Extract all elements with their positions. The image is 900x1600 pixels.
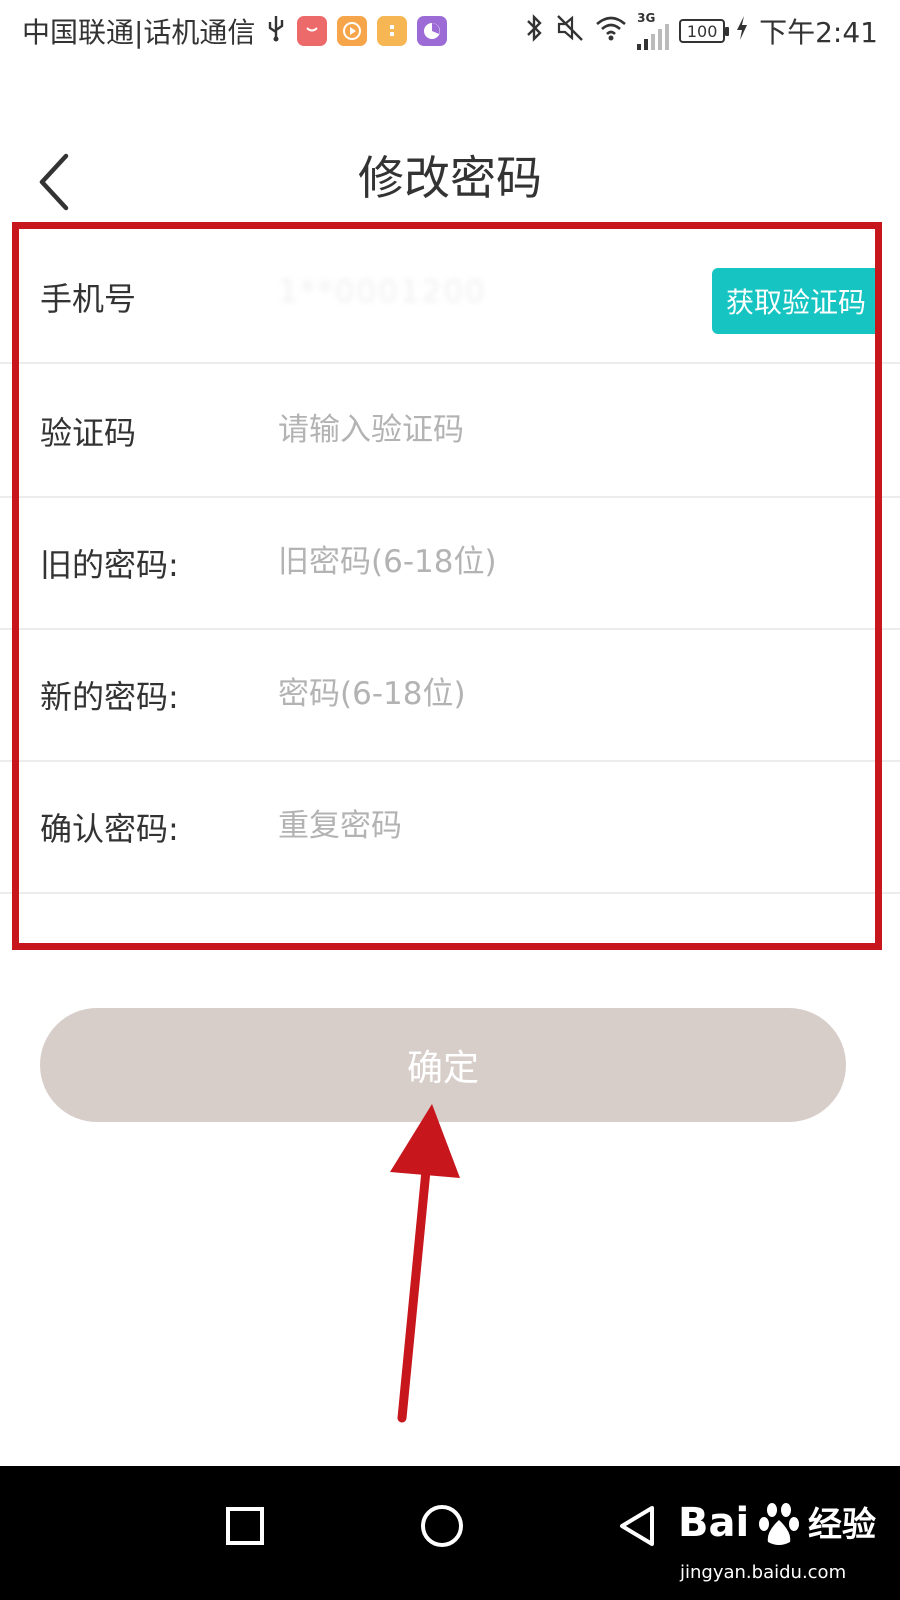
phone-label: 手机号 (40, 280, 137, 318)
charging-icon (735, 15, 749, 48)
circle-icon (421, 1505, 463, 1547)
confirm-password-row: 确认密码: (0, 760, 900, 894)
confirm-button[interactable]: 确定 (40, 1008, 846, 1122)
confirm-password-label: 确认密码: (40, 810, 179, 848)
clock: 下午2:41 (759, 16, 878, 49)
svg-text:经验: 经验 (808, 1505, 876, 1545)
huawei-store-icon (297, 16, 328, 46)
new-password-row: 新的密码: (0, 628, 900, 762)
signal-icon (637, 24, 670, 50)
carrier-label: 中国联通|话机通信 (22, 16, 256, 49)
purple-app-icon (417, 16, 448, 46)
battery-icon: 100 (679, 19, 730, 43)
watermark-url: jingyan.baidu.com (680, 1562, 847, 1583)
svg-text:Bai: Bai (678, 1500, 749, 1546)
battery-level: 100 (686, 21, 718, 41)
status-left: 中国联通|话机通信 (22, 11, 448, 51)
get-code-button[interactable]: 获取验证码 (712, 268, 880, 334)
wifi-icon (595, 14, 627, 49)
code-input[interactable] (278, 404, 698, 456)
home-button[interactable] (412, 1496, 472, 1556)
confirm-password-input[interactable] (278, 800, 698, 852)
old-password-label: 旧的密码: (40, 546, 179, 584)
signal-group: 3G (637, 11, 670, 50)
back-nav-button[interactable] (608, 1496, 668, 1556)
new-password-input[interactable] (278, 668, 698, 720)
status-bar: 中国联通|话机通信 3G 100 下午2:41 (0, 0, 900, 62)
bluetooth-icon (523, 13, 545, 50)
video-app-icon (337, 16, 368, 46)
usb-icon (265, 14, 287, 49)
page-title: 修改密码 (358, 151, 542, 205)
triangle-back-icon (620, 1506, 654, 1546)
recent-apps-button[interactable] (215, 1496, 275, 1556)
phone-value: 1**0001200 (278, 274, 487, 310)
header: 修改密码 (0, 120, 900, 230)
mute-icon (555, 13, 585, 50)
old-password-row: 旧的密码: (0, 496, 900, 630)
square-icon (226, 1507, 264, 1545)
status-right: 3G 100 下午2:41 (523, 11, 878, 51)
new-password-label: 新的密码: (40, 678, 179, 716)
navigation-bar: Bai 经验 jingyan.baidu.com (0, 1466, 900, 1600)
network-type: 3G (637, 11, 656, 25)
change-password-form: 手机号 1**0001200 获取验证码 验证码 旧的密码: 新的密码: 确认密… (0, 230, 900, 960)
old-password-input[interactable] (278, 536, 698, 588)
orange-app-icon (377, 16, 408, 46)
phone-row: 手机号 1**0001200 获取验证码 (0, 230, 900, 364)
code-label: 验证码 (40, 414, 137, 452)
code-row: 验证码 (0, 364, 900, 498)
